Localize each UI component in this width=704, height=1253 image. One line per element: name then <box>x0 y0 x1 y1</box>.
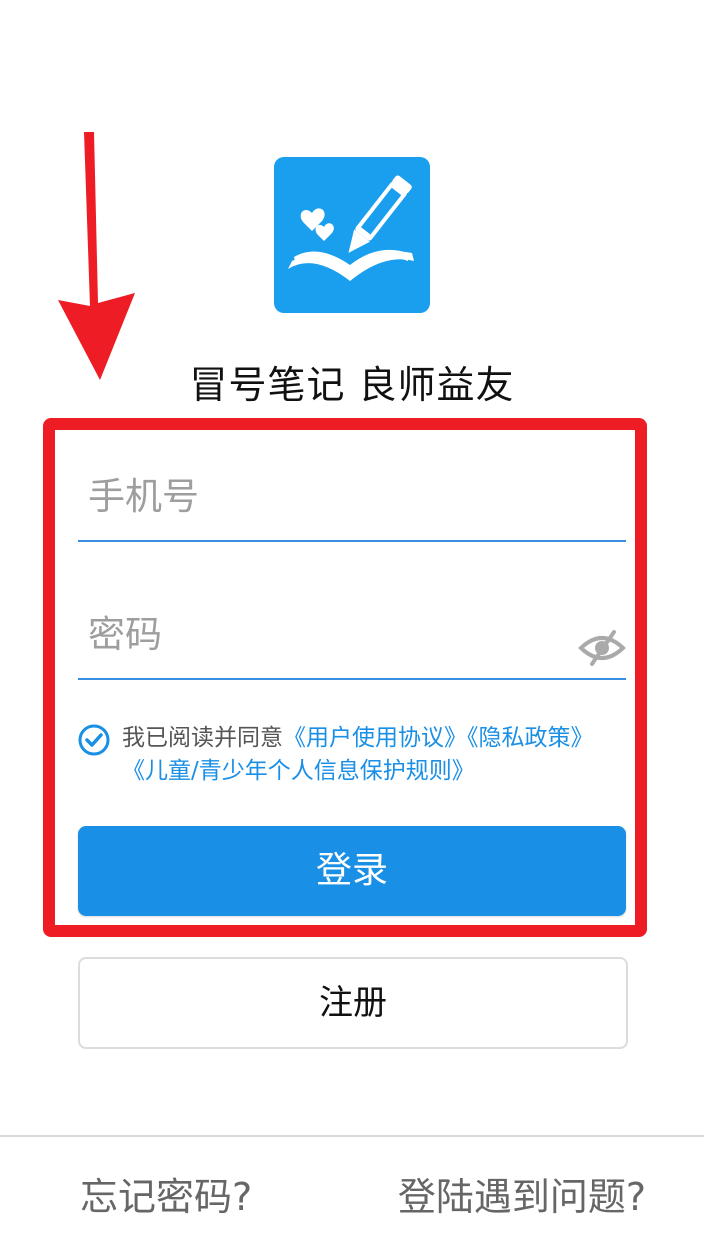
user-agreement-link[interactable]: 《用户使用协议》 <box>283 725 467 751</box>
footer-divider <box>0 1135 704 1137</box>
book-pencil-icon <box>288 175 414 281</box>
login-problem-link[interactable]: 登陆遇到问题? <box>398 1166 646 1221</box>
annotation-arrow <box>58 132 135 380</box>
agreement-prefix: 我已阅读并同意 <box>122 725 283 751</box>
password-field <box>78 598 626 680</box>
password-input[interactable] <box>86 608 570 660</box>
app-logo <box>274 157 430 313</box>
agreement-checkbox[interactable] <box>78 724 110 756</box>
privacy-policy-link[interactable]: 《隐私政策》 <box>467 725 594 751</box>
child-protection-link[interactable]: 《儿童/青少年个人信息保护规则》 <box>122 758 475 784</box>
forgot-password-link[interactable]: 忘记密码? <box>80 1166 252 1221</box>
agreement-text: 我已阅读并同意《用户使用协议》《隐私政策》《儿童/青少年个人信息保护规则》 <box>122 722 626 788</box>
app-slogan: 冒号笔记 良师益友 <box>189 363 515 407</box>
phone-field <box>78 460 626 542</box>
register-button[interactable]: 注册 <box>78 957 628 1049</box>
login-button[interactable]: 登录 <box>78 826 626 916</box>
eye-off-icon[interactable] <box>578 630 626 666</box>
phone-input[interactable] <box>86 470 570 522</box>
